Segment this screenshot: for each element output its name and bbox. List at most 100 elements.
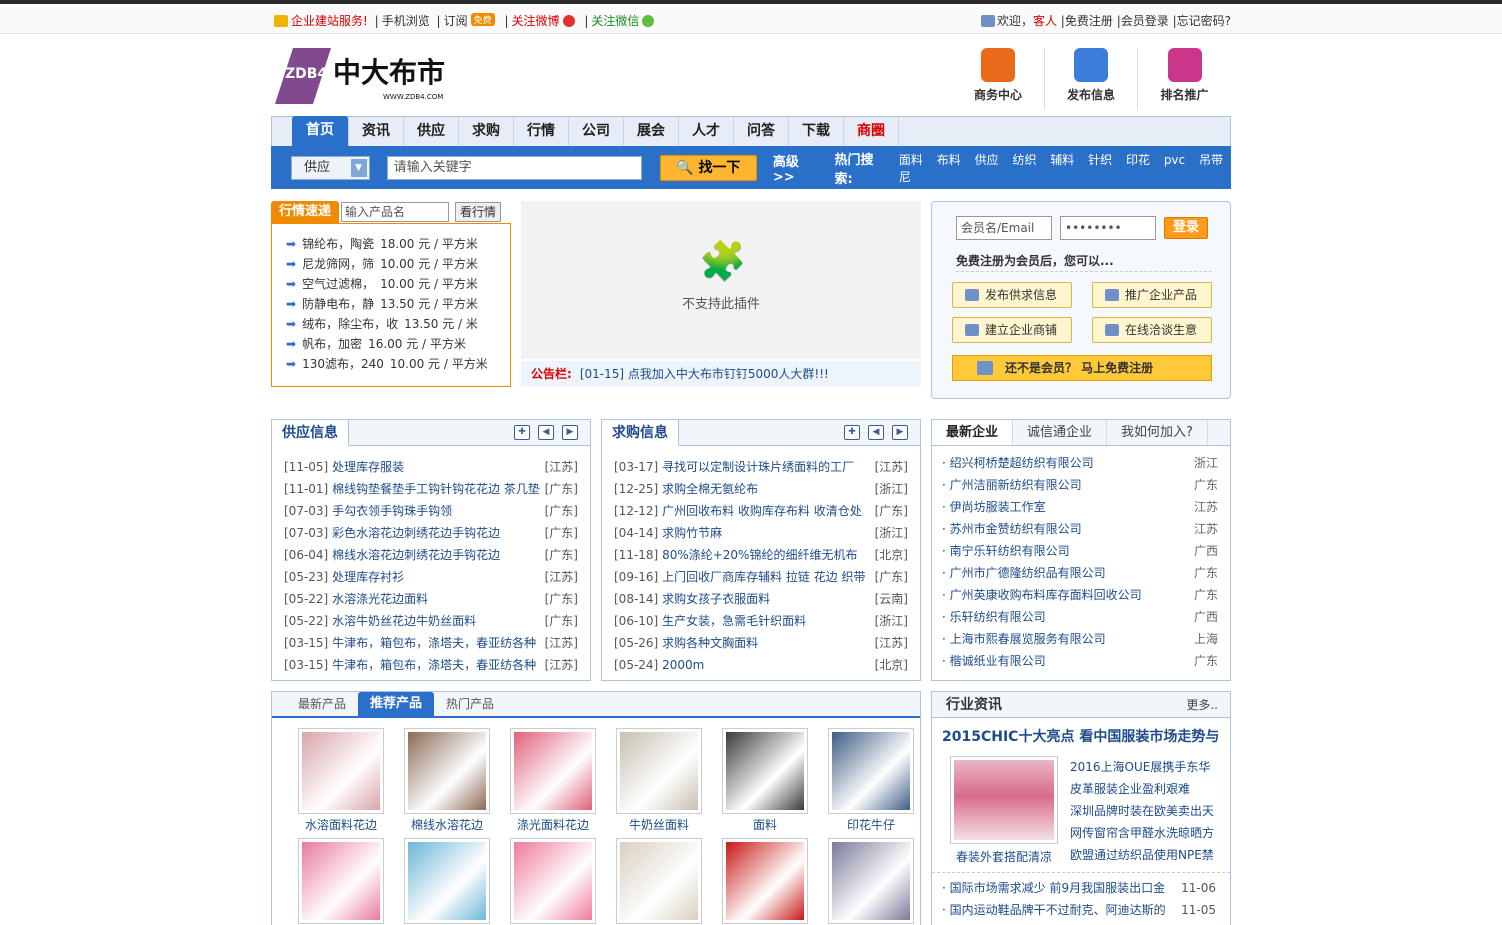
list-item[interactable]: · 广州洁丽新纺织有限公司 广东 <box>942 474 1220 496</box>
list-item[interactable]: ➡ 防静电布，静 13.50 元 / 平方米 <box>272 294 510 314</box>
nav-qa[interactable]: 问答 <box>734 117 789 146</box>
list-item[interactable]: [12-12] 广州回收布料 收购库存布料 收清仓处 [广东] <box>614 500 908 522</box>
view-market-button[interactable]: 看行情 <box>455 202 502 222</box>
product-item[interactable]: 涤光面料花边 <box>500 728 606 838</box>
product-item[interactable]: 棉线水溶花边 <box>394 728 500 838</box>
next-icon[interactable]: ▶ <box>562 425 578 440</box>
password-field[interactable]: •••••••• <box>1060 216 1156 240</box>
site-logo[interactable]: ZDB4 中大布市 WWW.ZDB4.COM <box>271 44 451 108</box>
hot-word[interactable]: 尼 <box>899 170 911 184</box>
product-name[interactable]: 印花牛仔 <box>818 816 924 834</box>
search-input[interactable]: 请输入关键字 <box>386 155 642 180</box>
news-image[interactable] <box>950 756 1058 844</box>
news-image-caption[interactable]: 春装外套搭配清凉 <box>950 848 1058 865</box>
product-image[interactable] <box>510 838 596 924</box>
product-item[interactable] <box>818 838 924 925</box>
product-image[interactable] <box>404 728 490 814</box>
prev-icon[interactable]: ◀ <box>538 425 554 440</box>
service-link[interactable]: 企业建站服务! <box>291 14 368 28</box>
list-item[interactable]: [12-25] 求购全棉无氨纶布 [浙江] <box>614 478 908 500</box>
tab-latest-companies[interactable]: 最新企业 <box>932 420 1014 445</box>
subscribe-link[interactable]: 订阅 <box>444 14 468 28</box>
news-item[interactable]: 2016上海OUE展携手东华 <box>1070 756 1214 778</box>
list-item[interactable]: [04-14] 求购竹节麻 [浙江] <box>614 522 908 544</box>
plus-icon[interactable]: ✚ <box>844 425 860 440</box>
list-item[interactable]: · 上海市熙春展览服务有限公司 上海 <box>942 628 1220 650</box>
create-shop-button[interactable]: 建立企业商铺 <box>952 317 1072 343</box>
product-name[interactable]: 棉线水溶花边 <box>394 816 500 834</box>
news-headline[interactable]: 2015CHIC十大亮点 看中国服装市场走势与 <box>932 718 1230 750</box>
market-quotes-tab[interactable]: 行情速递 <box>271 201 340 223</box>
tab-hot-products[interactable]: 热门产品 <box>434 692 506 716</box>
product-item[interactable]: 印花牛仔 <box>818 728 924 838</box>
list-item[interactable]: ➡ 130滤布，240 10.00 元 / 平方米 <box>272 354 510 374</box>
promote-product-button[interactable]: 推广企业产品 <box>1092 282 1212 308</box>
product-name[interactable]: 面料 <box>712 816 818 834</box>
login-link[interactable]: 会员登录 <box>1121 14 1169 28</box>
list-item[interactable]: · 楷诚纸业有限公司 广东 <box>942 650 1220 672</box>
list-item[interactable]: · 伊尚坊服装工作室 江苏 <box>942 496 1220 518</box>
weibo-link[interactable]: 关注微博 <box>511 14 559 28</box>
notice-link[interactable]: [01-15] 点我加入中大布市钉钉5000人大群!!! <box>580 367 829 381</box>
nav-purchase[interactable]: 求购 <box>459 117 514 146</box>
nav-talent[interactable]: 人才 <box>679 117 734 146</box>
product-item[interactable] <box>606 838 712 925</box>
product-item[interactable]: 牛奶丝面料 <box>606 728 712 838</box>
list-item[interactable]: [09-16] 上门回收厂商库存辅料 拉链 花边 织带 [广东] <box>614 566 908 588</box>
business-center-button[interactable]: 商务中心 <box>952 48 1045 110</box>
list-item[interactable]: [03-15] 牛津布，箱包布，涤塔夫，春亚纺各种 [江苏] <box>284 654 578 676</box>
list-item[interactable]: [06-10] 生产女装，急需毛针织面料 [浙江] <box>614 610 908 632</box>
hot-word[interactable]: pvc <box>1164 153 1185 167</box>
hot-word[interactable]: 纺织 <box>1012 153 1036 167</box>
product-image[interactable] <box>616 838 702 924</box>
search-button[interactable]: 🔍 找一下 <box>659 154 757 181</box>
list-item[interactable]: [05-24] 2000m [北京] <box>614 654 908 676</box>
list-item[interactable]: [05-22] 水溶牛奶丝花边牛奶丝面料 [广东] <box>284 610 578 632</box>
login-button[interactable]: 登录 <box>1164 217 1208 239</box>
nav-home[interactable]: 首页 <box>292 116 349 146</box>
product-item[interactable] <box>500 838 606 925</box>
list-item[interactable]: ➡ 帆布，加密 16.00 元 / 平方米 <box>272 334 510 354</box>
list-item[interactable]: · 绍兴柯桥楚超纺织有限公司 浙江 <box>942 452 1220 474</box>
hot-word[interactable]: 针织 <box>1088 153 1112 167</box>
publish-supply-button[interactable]: 发布供求信息 <box>952 282 1072 308</box>
hot-word[interactable]: 辅料 <box>1050 153 1074 167</box>
product-image[interactable] <box>616 728 702 814</box>
forgot-password-link[interactable]: 忘记密码? <box>1177 14 1231 28</box>
list-item[interactable]: [05-26] 求购各种文胸面料 [江苏] <box>614 632 908 654</box>
more-news-link[interactable]: 更多.. <box>1186 692 1218 718</box>
product-image[interactable] <box>722 838 808 924</box>
product-name[interactable]: 涤光面料花边 <box>500 816 606 834</box>
list-item[interactable]: [05-23] 处理库存衬衫 [江苏] <box>284 566 578 588</box>
hot-word[interactable]: 供应 <box>975 153 999 167</box>
product-name[interactable]: 牛奶丝面料 <box>606 816 712 834</box>
advanced-search-link[interactable]: 高级 >> <box>773 151 823 185</box>
list-item[interactable]: [11-01] 棉线钩垫餐垫手工钩针钩花花边 茶几垫 [广东] <box>284 478 578 500</box>
nav-download[interactable]: 下载 <box>789 117 844 146</box>
nav-business-circle[interactable]: 商圈 <box>844 117 899 146</box>
list-item[interactable]: · 广州市广德隆纺织品有限公司 广东 <box>942 562 1220 584</box>
news-item[interactable]: 深圳品牌时装在欧美卖出天 <box>1070 800 1214 822</box>
list-item[interactable]: ➡ 绒布，除尘布，收 13.50 元 / 米 <box>272 314 510 334</box>
nav-news[interactable]: 资讯 <box>349 117 404 146</box>
list-item[interactable]: · 乐轩纺织有限公司 广西 <box>942 606 1220 628</box>
hot-word[interactable]: 吊带 <box>1199 153 1223 167</box>
tab-recommended-products[interactable]: 推荐产品 <box>358 692 435 716</box>
nav-supply[interactable]: 供应 <box>404 117 459 146</box>
register-link[interactable]: 免费注册 <box>1065 14 1113 28</box>
news-item[interactable]: 皮革服装企业盈利艰难 <box>1070 778 1214 800</box>
news-item[interactable]: 网传窗帘含甲醛水洗晾晒方 <box>1070 822 1214 844</box>
list-item[interactable]: [03-17] 寻找可以定制设计珠片绣面料的工厂 [江苏] <box>614 456 908 478</box>
product-image[interactable] <box>298 838 384 924</box>
ranking-promo-button[interactable]: 排名推广 <box>1138 48 1231 110</box>
nav-exhibition[interactable]: 展会 <box>624 117 679 146</box>
list-item[interactable]: ➡ 锦纶布，陶瓷 18.00 元 / 平方米 <box>272 234 510 254</box>
product-image[interactable] <box>404 838 490 924</box>
tab-trusted-companies[interactable]: 诚信通企业 <box>1013 420 1108 445</box>
news-item[interactable]: · 国内运动鞋品牌干不过耐克、阿迪达斯的 11-05 <box>942 899 1220 921</box>
prev-icon[interactable]: ◀ <box>868 425 884 440</box>
list-item[interactable]: [05-22] 水溶涤光花边面料 [广东] <box>284 588 578 610</box>
list-item[interactable]: [08-14] 求购女孩子衣服面料 [云南] <box>614 588 908 610</box>
nav-market[interactable]: 行情 <box>514 117 569 146</box>
free-register-button[interactable]: 还不是会员？ 马上免费注册 <box>952 355 1212 381</box>
